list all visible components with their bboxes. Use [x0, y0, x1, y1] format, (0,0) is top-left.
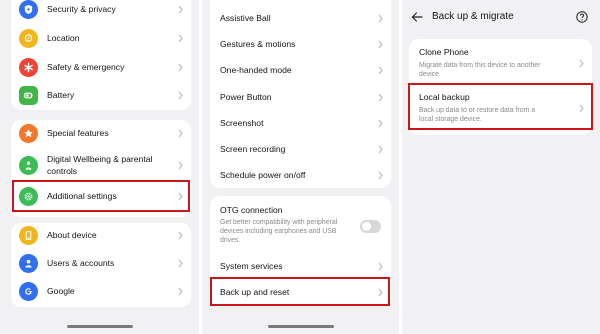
battery-icon [19, 86, 38, 105]
settings-item-label: OTG connection [220, 205, 283, 215]
chevron-right-icon [377, 93, 384, 102]
settings-item-label: Gestures & motions [220, 39, 296, 49]
asterisk-icon [19, 58, 38, 77]
settings-item-system-services[interactable]: System services [210, 257, 391, 277]
settings-item-label: Screen recording [220, 144, 286, 154]
home-indicator[interactable] [66, 325, 133, 328]
phone-icon [19, 226, 38, 245]
settings-item-otg-connection: OTG connection Get better compatibility … [210, 204, 391, 252]
chevron-right-icon [177, 34, 184, 43]
settings-item-one-handed-mode[interactable]: One-handed mode [210, 61, 391, 81]
location-pin-icon [19, 29, 38, 48]
otg-description-line3: drives. [220, 237, 241, 244]
settings-item-label-continued: controls [47, 166, 78, 176]
settings-item-gestures[interactable]: Gestures & motions [210, 35, 391, 55]
otg-toggle-switch[interactable] [360, 220, 381, 233]
back-up-migrate-panel: Back up & migrate Clone Phone Migrate da… [402, 0, 600, 334]
otg-description: Get better compatibility with peripheral [220, 219, 338, 226]
settings-item-label: About device [47, 230, 97, 240]
gear-icon [19, 187, 38, 206]
settings-main-panel: Security & privacy Location Safety & eme… [0, 0, 199, 334]
chevron-right-icon [177, 63, 184, 72]
settings-item-label: Digital Wellbeing & parental [47, 154, 153, 164]
local-backup-description: Back up data to or restore data from a [419, 107, 536, 114]
settings-item-local-backup[interactable]: Local backup Back up data to or restore … [409, 89, 592, 127]
settings-item-label: Special features [47, 128, 109, 138]
settings-item-screen-recording[interactable]: Screen recording [210, 140, 391, 160]
additional-settings-panel: Assistive Ball Gestures & motions One-ha… [202, 0, 399, 334]
settings-item-label: Battery [47, 90, 75, 100]
settings-item-label: Back up and reset [220, 287, 290, 297]
chevron-right-icon [177, 129, 184, 138]
settings-item-assistive-ball[interactable]: Assistive Ball [210, 9, 391, 29]
settings-group-2: Special features Digital Wellbeing & par… [11, 120, 191, 217]
settings-group-1: Security & privacy Location Safety & eme… [11, 0, 191, 110]
additional-settings-group-2: OTG connection Get better compatibility … [210, 196, 391, 307]
settings-item-security[interactable]: Security & privacy [11, 0, 191, 20]
settings-item-back-up-and-reset[interactable]: Back up and reset [210, 283, 391, 303]
clone-phone-description-line2: device. [419, 71, 441, 78]
chevron-right-icon [377, 288, 384, 297]
settings-item-about-device[interactable]: About device [11, 226, 191, 246]
settings-item-label: Google [47, 286, 75, 296]
otg-description-line2: devices including earphones and USB [220, 228, 337, 235]
home-indicator[interactable] [267, 325, 334, 328]
settings-item-label: Schedule power on/off [220, 170, 306, 180]
star-icon [19, 124, 38, 143]
chevron-right-icon [578, 59, 585, 68]
settings-item-label: Assistive Ball [220, 13, 271, 23]
local-backup-description-line2: local storage device. [419, 116, 482, 123]
page-title: Back up & migrate [432, 11, 514, 22]
settings-item-clone-phone[interactable]: Clone Phone Migrate data from this devic… [409, 44, 592, 82]
settings-item-label: System services [220, 261, 283, 271]
settings-item-label: Local backup [419, 92, 470, 102]
backup-options-card: Clone Phone Migrate data from this devic… [409, 39, 592, 135]
settings-item-label: Users & accounts [47, 258, 115, 268]
chevron-right-icon [377, 119, 384, 128]
settings-item-label: Additional settings [47, 191, 117, 201]
clone-phone-description: Migrate data from this device to another [419, 62, 541, 69]
user-icon [19, 254, 38, 273]
chevron-right-icon [177, 161, 184, 170]
chevron-right-icon [377, 66, 384, 75]
chevron-right-icon [177, 259, 184, 268]
settings-item-special-features[interactable]: Special features [11, 124, 191, 144]
settings-item-digital-wellbeing[interactable]: Digital Wellbeing & parental controls [11, 153, 191, 179]
help-icon[interactable] [576, 11, 588, 23]
settings-item-power-button[interactable]: Power Button [210, 88, 391, 108]
settings-item-google[interactable]: Google [11, 282, 191, 302]
chevron-right-icon [377, 262, 384, 271]
settings-item-screenshot[interactable]: Screenshot [210, 114, 391, 134]
chevron-right-icon [377, 14, 384, 23]
chevron-right-icon [377, 171, 384, 180]
settings-item-label: Clone Phone [419, 47, 469, 57]
toggle-knob [362, 222, 371, 231]
settings-item-safety[interactable]: Safety & emergency [11, 58, 191, 78]
settings-item-label: Security & privacy [47, 4, 116, 14]
settings-item-location[interactable]: Location [11, 29, 191, 49]
chevron-right-icon [177, 287, 184, 296]
person-icon [19, 156, 38, 175]
settings-item-label: Location [47, 33, 80, 43]
settings-item-label: Safety & emergency [47, 62, 125, 72]
back-arrow-icon[interactable] [411, 11, 423, 23]
chevron-right-icon [177, 192, 184, 201]
settings-item-label: Screenshot [220, 118, 264, 128]
shield-icon [19, 0, 38, 19]
chevron-right-icon [578, 104, 585, 113]
chevron-right-icon [377, 40, 384, 49]
settings-item-schedule-power[interactable]: Schedule power on/off [210, 166, 391, 186]
chevron-right-icon [377, 145, 384, 154]
chevron-right-icon [177, 231, 184, 240]
settings-group-3: About device Users & accounts Google [11, 223, 191, 307]
google-icon [19, 282, 38, 301]
settings-item-battery[interactable]: Battery [11, 86, 191, 106]
chevron-right-icon [177, 5, 184, 14]
additional-settings-group-1: Assistive Ball Gestures & motions One-ha… [210, 0, 391, 188]
settings-item-additional-settings[interactable]: Additional settings [11, 187, 191, 207]
chevron-right-icon [177, 91, 184, 100]
settings-item-users-accounts[interactable]: Users & accounts [11, 254, 191, 274]
settings-item-label: One-handed mode [220, 65, 292, 75]
settings-item-label: Power Button [220, 92, 272, 102]
